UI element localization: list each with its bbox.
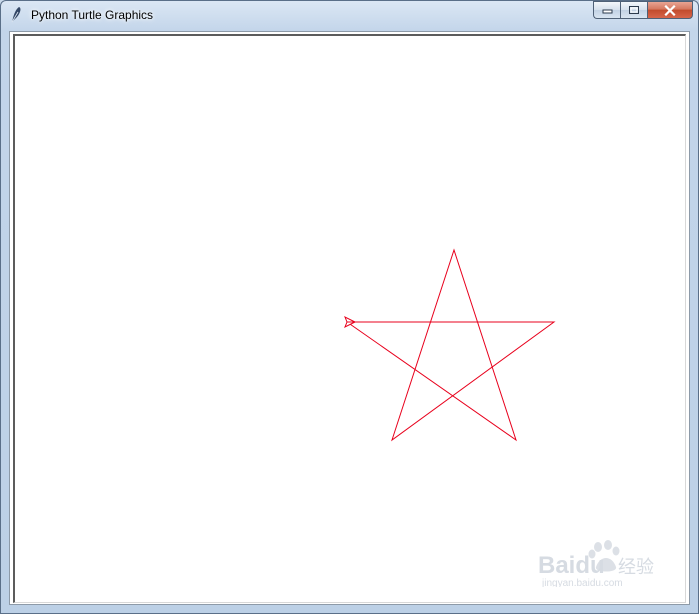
turtle-window: Python Turtle Graphics Baidu 经验 jingyan.… xyxy=(0,0,699,614)
turtle-drawing xyxy=(344,248,556,442)
watermark-url: jingyan.baidu.com xyxy=(541,578,623,587)
turtle-cursor xyxy=(344,315,356,329)
star-outline xyxy=(346,248,556,442)
watermark-brand: Baidu xyxy=(538,552,605,579)
baidu-watermark: Baidu 经验 jingyan.baidu.com xyxy=(538,540,654,587)
watermark-text: 经验 xyxy=(618,557,654,578)
